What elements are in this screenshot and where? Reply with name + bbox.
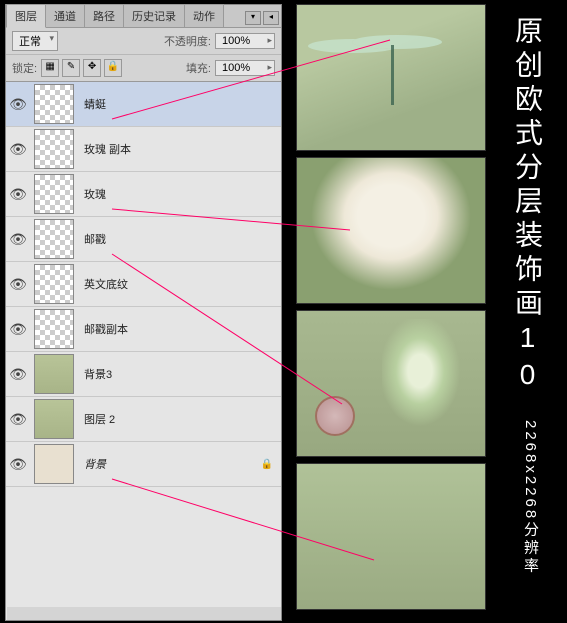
visibility-eye-icon[interactable]: 👁 [6,411,30,428]
layer-thumbnail[interactable] [34,174,74,214]
layer-thumbnail[interactable] [34,309,74,349]
layer-thumbnail[interactable] [34,399,74,439]
layers-list[interactable]: 👁 蜻蜓 👁 玫瑰 副本 👁 玫瑰 👁 邮戳 👁 英文底纹 👁 邮戳副本 👁 背景3 👁 图层 2 👁 背景🔒 [6,82,281,607]
visibility-eye-icon[interactable]: 👁 [6,186,30,203]
preview-rose [296,157,486,304]
layer-row[interactable]: 👁 背景3 [6,352,281,397]
preview-dragonfly [296,4,486,151]
lock-indicator-icon: 🔒 [261,459,273,470]
panel-tabs: 图层 通道 路径 历史记录 动作 ▾ ◂ [6,5,281,28]
title-vertical: 原创欧式分层装饰画10 [507,16,547,396]
visibility-eye-icon[interactable]: 👁 [6,141,30,158]
layer-name-label[interactable]: 邮戳副本 [78,321,281,337]
layer-name-label[interactable]: 背景 [78,456,261,472]
layer-name-label[interactable]: 背景3 [78,366,281,382]
lock-all-icon[interactable]: 🔒 [104,59,122,77]
layer-row[interactable]: 👁 背景🔒 [6,442,281,487]
lock-fill-row: 锁定: ▦ ✎ ✥ 🔒 填充: 100% [6,55,281,82]
layer-name-label[interactable]: 蜻蜓 [78,96,281,112]
subtitle-vertical: 2268x2268分辨率 [520,420,541,575]
layer-row[interactable]: 👁 玫瑰 副本 [6,127,281,172]
panel-collapse-icon[interactable]: ◂ [263,11,279,25]
layer-name-label[interactable]: 玫瑰 [78,186,281,202]
layer-thumbnail[interactable] [34,84,74,124]
layer-row[interactable]: 👁 英文底纹 [6,262,281,307]
fill-label: 填充: [186,60,211,76]
visibility-eye-icon[interactable]: 👁 [6,366,30,383]
layer-name-label[interactable]: 英文底纹 [78,276,281,292]
lock-label: 锁定: [12,60,37,76]
layer-row[interactable]: 👁 蜻蜓 [6,82,281,127]
layer-row[interactable]: 👁 邮戳 [6,217,281,262]
layer-thumbnail[interactable] [34,264,74,304]
visibility-eye-icon[interactable]: 👁 [6,231,30,248]
layer-name-label[interactable]: 图层 2 [78,411,281,427]
layer-name-label[interactable]: 邮戳 [78,231,281,247]
layer-thumbnail[interactable] [34,129,74,169]
visibility-eye-icon[interactable]: 👁 [6,96,30,113]
visibility-eye-icon[interactable]: 👁 [6,456,30,473]
visibility-eye-icon[interactable]: 👁 [6,276,30,293]
preview-postmark [296,310,486,457]
opacity-label: 不透明度: [164,33,211,49]
layers-panel: 图层 通道 路径 历史记录 动作 ▾ ◂ 正常 不透明度: 100% 锁定: ▦… [5,4,282,621]
preview-full [296,463,486,610]
layer-name-label[interactable]: 玫瑰 副本 [78,141,281,157]
tab-channels[interactable]: 通道 [45,4,85,27]
layer-row[interactable]: 👁 图层 2 [6,397,281,442]
layer-row[interactable]: 👁 邮戳副本 [6,307,281,352]
layer-thumbnail[interactable] [34,444,74,484]
fill-input[interactable]: 100% [215,60,275,76]
panel-menu-icon[interactable]: ▾ [245,11,261,25]
layer-row[interactable]: 👁 玫瑰 [6,172,281,217]
layer-thumbnail[interactable] [34,354,74,394]
tab-actions[interactable]: 动作 [184,4,224,27]
layer-thumbnail[interactable] [34,219,74,259]
tab-paths[interactable]: 路径 [84,4,124,27]
lock-transparent-icon[interactable]: ▦ [41,59,59,77]
tab-history[interactable]: 历史记录 [123,4,185,27]
visibility-eye-icon[interactable]: 👁 [6,321,30,338]
opacity-input[interactable]: 100% [215,33,275,49]
lock-position-icon[interactable]: ✥ [83,59,101,77]
preview-column [296,4,486,616]
blend-mode-select[interactable]: 正常 [12,31,58,51]
lock-pixels-icon[interactable]: ✎ [62,59,80,77]
blend-opacity-row: 正常 不透明度: 100% [6,28,281,55]
tab-layers[interactable]: 图层 [6,4,46,28]
